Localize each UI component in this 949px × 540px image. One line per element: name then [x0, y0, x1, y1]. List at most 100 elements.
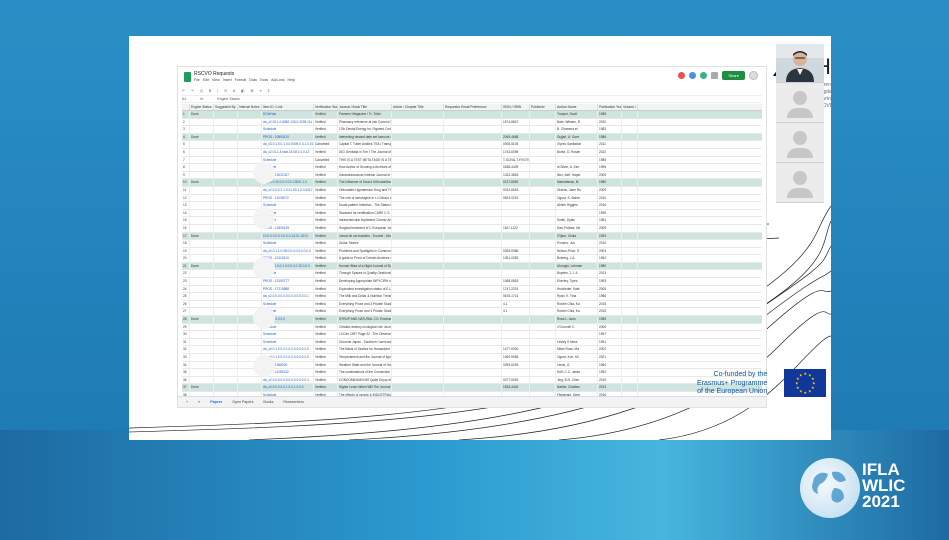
cell-notes[interactable] [238, 148, 262, 156]
cell-journal[interactable]: Weather State and the Journal of Human O… [338, 361, 392, 369]
cell-issn[interactable]: 1477-9300 [502, 346, 530, 353]
cell-requestor[interactable] [444, 156, 502, 164]
cell-article[interactable] [392, 338, 444, 346]
cell-issn[interactable]: 1574-8847 [502, 118, 530, 126]
cell-status[interactable] [190, 308, 214, 316]
cell-author[interactable]: Milan Ross, Ma [556, 346, 598, 353]
cell-journal[interactable]: Everything Prose and 3 Private Studies [338, 300, 392, 308]
column-header[interactable]: Publisher [530, 104, 556, 110]
cell-requestor[interactable] [444, 133, 502, 141]
cell-journal[interactable]: THIS IS A TEST META TAGE IS A TEST REQUE… [338, 156, 392, 164]
column-header[interactable]: Volume / Issue [622, 104, 638, 110]
cell-suggested[interactable] [214, 171, 238, 179]
cell-volume[interactable] [622, 369, 638, 376]
cell-publisher[interactable] [530, 300, 556, 308]
undo-icon[interactable]: ↶ [182, 89, 185, 93]
cell-link[interactable]: Schedule [262, 126, 314, 133]
column-header[interactable] [182, 104, 190, 110]
cell-journal[interactable]: Intraventricular implanted Chronic Area … [338, 217, 392, 224]
cell-suggested[interactable] [214, 407, 238, 408]
cell-status[interactable] [190, 202, 214, 209]
cell-article[interactable] [392, 384, 444, 391]
cell-journal[interactable]: The combinations of the Connection resid… [338, 369, 392, 376]
cell-notes[interactable] [238, 278, 262, 285]
cell-status[interactable] [190, 194, 214, 202]
cell-journal[interactable]: Everything Prose and 3 Private Studies [338, 308, 392, 316]
cell-article[interactable] [392, 224, 444, 232]
cell-requestor[interactable] [444, 270, 502, 278]
cell-requestor[interactable] [444, 186, 502, 194]
cell-status[interactable] [190, 141, 214, 148]
cell-requestor[interactable] [444, 141, 502, 148]
cell-issn[interactable] [502, 240, 530, 247]
cell-volume[interactable] [622, 148, 638, 156]
cell-volume[interactable] [622, 323, 638, 331]
cell-article[interactable] [392, 156, 444, 164]
cell-link[interactable]: Schedule [262, 338, 314, 346]
cell-suggested[interactable] [214, 179, 238, 186]
cell-publisher[interactable] [530, 148, 556, 156]
cell-suggested[interactable] [214, 323, 238, 331]
cell-article[interactable] [392, 331, 444, 338]
cell-suggested[interactable] [214, 316, 238, 323]
cell-publisher[interactable] [530, 164, 556, 171]
cell-publisher[interactable] [530, 354, 556, 361]
cell-publisher[interactable] [530, 126, 556, 133]
cell-issn[interactable] [502, 202, 530, 209]
cell-volume[interactable] [622, 179, 638, 186]
cell-requestor[interactable] [444, 331, 502, 338]
table-row[interactable]: 18 Schedule Verified Guitar Stories Pomeru, … [182, 240, 762, 248]
cell-status[interactable] [190, 376, 214, 384]
strikethrough-icon[interactable]: S [224, 89, 226, 93]
cell-requestor[interactable] [444, 202, 502, 209]
cell-volume[interactable] [622, 164, 638, 171]
cell-year[interactable]: 2005 [598, 171, 622, 179]
cell-status[interactable] [190, 126, 214, 133]
cell-author[interactable]: Gideon, Jane Ru [556, 186, 598, 194]
cell-suggested[interactable] [214, 141, 238, 148]
cell-status[interactable] [190, 361, 214, 369]
cell-issn[interactable] [502, 217, 530, 224]
cell-notes[interactable] [238, 300, 262, 308]
cell-author[interactable]: Eherbry, Tyres [556, 278, 598, 285]
column-header[interactable]: Suggested By [214, 104, 238, 110]
italic-icon[interactable]: I [217, 89, 218, 93]
cell-publisher[interactable] [530, 141, 556, 148]
cell-article[interactable] [392, 361, 444, 369]
cell-publisher[interactable] [530, 224, 556, 232]
cell-year[interactable]: 1992 [598, 369, 622, 376]
cell-article[interactable] [392, 118, 444, 126]
cell-verification[interactable]: Verified [314, 293, 338, 300]
cell-verification[interactable]: Verified [314, 376, 338, 384]
cell-requestor[interactable] [444, 262, 502, 270]
cell-year[interactable]: 2013 [598, 384, 622, 391]
cell-requestor[interactable] [444, 323, 502, 331]
column-header[interactable]: Author Name [556, 104, 598, 110]
cell-status[interactable] [190, 186, 214, 194]
cell-year[interactable]: 1991 [598, 338, 622, 346]
cell-author[interactable]: Ryan, K. Tina [556, 293, 598, 300]
cell-publisher[interactable] [530, 384, 556, 391]
cell-requestor[interactable] [444, 346, 502, 353]
cell-article[interactable] [392, 247, 444, 255]
cell-verification[interactable]: Verified [314, 171, 338, 179]
cell-author[interactable]: Rosa L. Aves [556, 316, 598, 323]
cell-publisher[interactable] [530, 118, 556, 126]
cell-year[interactable]: 2020 [598, 118, 622, 126]
cell-article[interactable] [392, 376, 444, 384]
cell-publisher[interactable] [530, 338, 556, 346]
cell-publisher[interactable] [530, 194, 556, 202]
cell-author[interactable]: di Silver, A. Kiro [556, 164, 598, 171]
cell-journal[interactable]: Guitar Stories [338, 240, 392, 247]
comments-icon[interactable] [711, 72, 719, 79]
cell-issn[interactable]: 2049-4688 [502, 133, 530, 141]
cell-requestor[interactable] [444, 217, 502, 224]
cell-requestor[interactable] [444, 148, 502, 156]
column-header[interactable]: Internal Notes [238, 104, 262, 110]
cell-author[interactable]: Bolberg, J.A. [556, 255, 598, 262]
cell-volume[interactable] [622, 133, 638, 141]
cell-publisher[interactable] [530, 232, 556, 240]
cell-link[interactable]: Schedule [262, 240, 314, 247]
table-row[interactable]: 6 da_c2.01.1.4.ssst.16.08.1.0.0.12 Verifie… [182, 148, 762, 157]
cell-author[interactable]: Bahr, Wiesen, R. [556, 118, 598, 126]
